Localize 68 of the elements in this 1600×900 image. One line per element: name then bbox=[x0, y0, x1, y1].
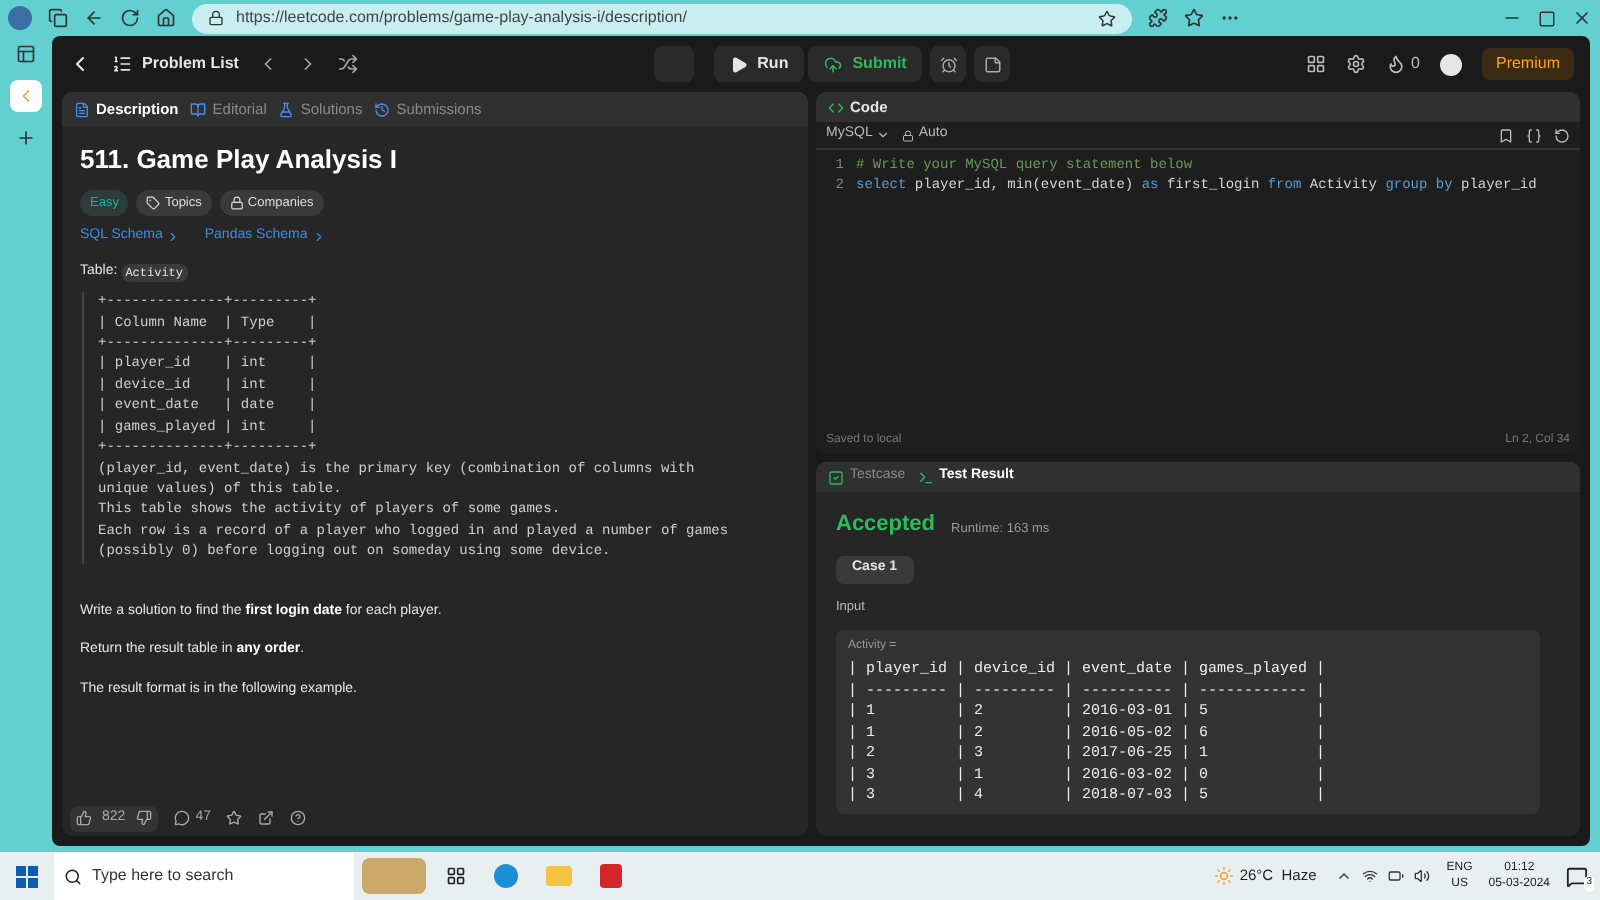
lock-icon bbox=[902, 129, 915, 141]
format-icon[interactable] bbox=[1526, 127, 1542, 143]
flame-icon bbox=[1385, 54, 1406, 74]
bookmark-icon[interactable] bbox=[1498, 127, 1514, 143]
alarm-clock-icon bbox=[939, 55, 958, 73]
comment-icon bbox=[173, 810, 190, 826]
submit-button[interactable]: Submit bbox=[808, 46, 923, 82]
code-icon bbox=[828, 99, 844, 115]
note-icon bbox=[983, 55, 1002, 73]
search-icon bbox=[64, 867, 82, 885]
problem-title: 511. Game Play Analysis I bbox=[80, 142, 400, 178]
chevron-right-icon bbox=[166, 230, 181, 244]
thumbs-down-icon[interactable] bbox=[135, 810, 152, 826]
terminal-icon bbox=[917, 469, 934, 485]
lock-icon bbox=[208, 10, 224, 26]
history-icon bbox=[374, 101, 391, 117]
star-icon[interactable] bbox=[226, 810, 243, 826]
premium-button[interactable]: Premium bbox=[1481, 48, 1574, 80]
timer-button[interactable] bbox=[930, 46, 967, 82]
home-icon[interactable] bbox=[156, 8, 176, 28]
task-view-icon[interactable] bbox=[446, 866, 466, 886]
coins-counter[interactable]: 0 bbox=[1385, 52, 1420, 76]
notification-icon[interactable] bbox=[1566, 865, 1588, 887]
settings-icon[interactable] bbox=[1345, 54, 1366, 74]
sidebar-toggle-icon[interactable] bbox=[16, 44, 36, 64]
sun-icon bbox=[1213, 866, 1234, 886]
url-text: https://leetcode.com/problems/game-play-analysis-i/description/ bbox=[236, 6, 687, 30]
address-bar[interactable]: https://leetcode.com/problems/game-play-analysis-i/description/ bbox=[192, 3, 1132, 33]
thumbs-up-icon[interactable] bbox=[76, 810, 92, 826]
wifi-icon[interactable] bbox=[1362, 868, 1379, 884]
share-icon[interactable] bbox=[258, 810, 275, 826]
help-icon[interactable] bbox=[290, 810, 307, 826]
run-button[interactable]: Run bbox=[713, 46, 805, 82]
speaker-icon[interactable] bbox=[1414, 868, 1431, 884]
favorites-icon[interactable] bbox=[1184, 8, 1204, 28]
chevron-right-icon bbox=[311, 230, 326, 244]
chevron-up-icon[interactable] bbox=[1336, 868, 1353, 884]
tabs-icon[interactable] bbox=[48, 8, 68, 28]
play-icon bbox=[729, 55, 748, 73]
back-icon[interactable] bbox=[84, 8, 104, 28]
flask-icon bbox=[278, 101, 295, 117]
extension-icon[interactable] bbox=[1148, 8, 1168, 28]
refresh-icon[interactable] bbox=[120, 8, 140, 28]
chevron-down-icon bbox=[876, 128, 891, 142]
shuffle-icon[interactable] bbox=[338, 54, 359, 74]
start-icon[interactable] bbox=[16, 865, 38, 887]
battery-icon[interactable] bbox=[1388, 868, 1405, 884]
profile-avatar[interactable] bbox=[8, 6, 32, 30]
verdict-text: Accepted bbox=[836, 510, 936, 540]
reset-icon[interactable] bbox=[1554, 127, 1570, 143]
maximize-icon[interactable] bbox=[1538, 9, 1556, 27]
problem-list-button[interactable]: Problem List bbox=[112, 52, 239, 76]
taskbar-search[interactable]: Type here to search bbox=[54, 852, 354, 900]
search-input[interactable]: Type here to search bbox=[92, 864, 332, 888]
book-icon bbox=[190, 101, 207, 117]
document-icon bbox=[74, 101, 90, 117]
layout-icon[interactable] bbox=[1305, 54, 1326, 74]
user-avatar[interactable] bbox=[1439, 53, 1462, 75]
photo-placeholder bbox=[362, 858, 426, 894]
upload-icon bbox=[824, 55, 843, 73]
favorite-icon[interactable] bbox=[1098, 9, 1116, 27]
tag-icon bbox=[146, 195, 161, 210]
close-icon[interactable] bbox=[1572, 8, 1592, 28]
add-icon[interactable] bbox=[16, 128, 36, 148]
notes-button[interactable] bbox=[974, 46, 1011, 82]
lock-icon bbox=[229, 195, 244, 210]
checkbox-icon bbox=[828, 469, 844, 485]
list-icon bbox=[112, 54, 132, 74]
